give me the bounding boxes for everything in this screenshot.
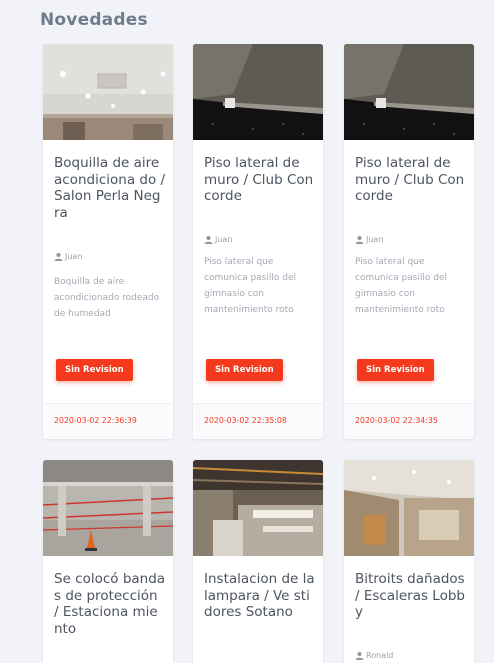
news-card[interactable]: Boquilla de aire acondiciona do / Salon …: [43, 44, 173, 439]
card-image[interactable]: [43, 460, 173, 556]
card-title[interactable]: Piso lateral de muro / Club Concorde: [204, 155, 316, 205]
news-card[interactable]: Piso lateral de muro / Club Concorde Jua…: [193, 44, 323, 439]
card-title[interactable]: Piso lateral de muro / Club Concorde: [355, 155, 467, 205]
card-title[interactable]: Boquilla de aire acondiciona do / Salon …: [54, 155, 166, 221]
card-footer: 2020-03-02 22:35:08: [193, 403, 323, 439]
card-title[interactable]: Se colocó bandas de protección / Estacio…: [54, 571, 166, 637]
card-image[interactable]: [344, 44, 474, 140]
author-name: Juan: [366, 235, 384, 244]
author-name: Juan: [215, 235, 233, 244]
status-button[interactable]: Sin Revision: [206, 359, 283, 381]
timestamp: 2020-03-02 22:35:08: [204, 416, 287, 425]
card-footer: 2020-03-02 22:36:39: [43, 403, 173, 439]
floor-wall-photo: [193, 44, 323, 140]
card-author: Ronald: [355, 651, 393, 660]
card-title[interactable]: Instalacion de la lampara / Ve stidores …: [204, 571, 316, 621]
section-title: Novedades: [40, 10, 148, 30]
card-footer: 2020-03-02 22:34:35: [344, 403, 474, 439]
card-author: Juan: [204, 235, 232, 244]
news-card[interactable]: Piso lateral de muro / Club Concorde Jua…: [344, 44, 474, 439]
card-title[interactable]: Bitroits dañados / Escaleras Lobby: [355, 571, 467, 621]
timestamp: 2020-03-02 22:36:39: [54, 416, 137, 425]
status-button[interactable]: Sin Revision: [56, 359, 133, 381]
user-icon: [204, 235, 213, 244]
user-icon: [355, 651, 364, 660]
card-description: Piso lateral que comunica pasillo del gi…: [204, 257, 296, 315]
timestamp: 2020-03-02 22:34:35: [355, 416, 438, 425]
ceiling-install-photo: [193, 460, 323, 556]
author-name: Juan: [65, 252, 83, 261]
card-description: Boquilla de aire acondicionado rodeado d…: [54, 277, 160, 319]
card-author: Juan: [54, 252, 82, 261]
floor-wall-photo: [344, 44, 474, 140]
ceiling-lights-photo: [43, 44, 173, 140]
card-image[interactable]: [193, 44, 323, 140]
card-description: Piso lateral que comunica pasillo del gi…: [355, 257, 447, 315]
author-name: Ronald: [366, 651, 394, 660]
card-image[interactable]: [344, 460, 474, 556]
status-button[interactable]: Sin Revision: [357, 359, 434, 381]
parking-tape-photo: [43, 460, 173, 556]
lobby-stairs-photo: [344, 460, 474, 556]
card-image[interactable]: [193, 460, 323, 556]
card-author: Juan: [355, 235, 383, 244]
user-icon: [355, 235, 364, 244]
user-icon: [54, 252, 63, 261]
card-image[interactable]: [43, 44, 173, 140]
news-card[interactable]: Se colocó bandas de protección / Estacio…: [43, 460, 173, 663]
news-card[interactable]: Bitroits dañados / Escaleras Lobby Ronal…: [344, 460, 474, 663]
news-card[interactable]: Instalacion de la lampara / Ve stidores …: [193, 460, 323, 663]
